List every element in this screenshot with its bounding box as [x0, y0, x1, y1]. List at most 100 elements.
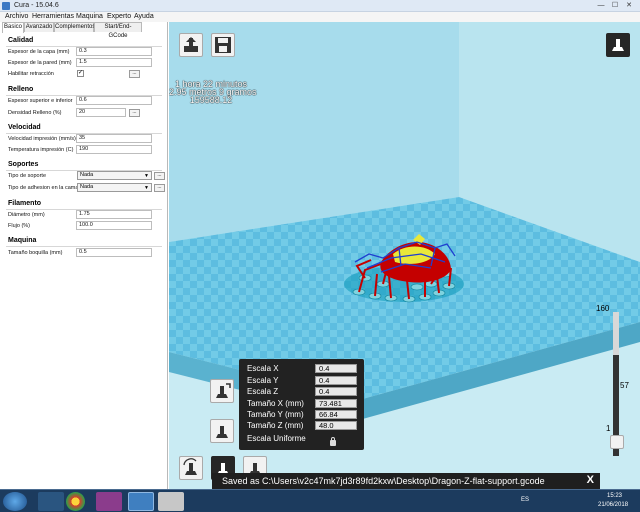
wall-thickness-input[interactable]: 1.5	[76, 58, 152, 67]
section-calidad: Calidad	[8, 37, 34, 44]
retraction-checkbox[interactable]: ✓	[77, 70, 84, 77]
infill-settings-button[interactable]: ...	[129, 109, 140, 117]
flow-label: Flujo (%)	[8, 223, 31, 229]
taskbar-explorer[interactable]	[38, 492, 64, 511]
infill-density-input[interactable]: 20	[76, 108, 126, 117]
scale-tool-button[interactable]	[210, 379, 234, 403]
start-button[interactable]	[3, 492, 27, 511]
adhesion-type-label: Tipo de adhesion en la cama	[8, 185, 79, 191]
layer-max-label: 160	[596, 304, 610, 313]
scale-x-input[interactable]: 0.4	[315, 364, 357, 373]
layer-view-button[interactable]	[610, 435, 624, 449]
3d-viewport[interactable]: 1 hora 22 minutos 2.95 metros 9 gramos 1…	[169, 22, 640, 489]
layer-min-label: 1	[606, 424, 611, 433]
minimize-button[interactable]: —	[596, 1, 606, 10]
size-x-label: Tamaño X (mm)	[247, 399, 304, 408]
section-velocidad: Velocidad	[8, 124, 41, 131]
scale-z-label: Escala Z	[247, 387, 279, 396]
rotate-tool-button[interactable]	[179, 456, 203, 480]
flow-input[interactable]: 100.0	[76, 221, 152, 230]
size-x-input[interactable]: 73.481	[315, 399, 357, 408]
scale-x-label: Escala X	[247, 364, 279, 373]
language-indicator[interactable]: ES	[521, 497, 529, 503]
save-icon	[215, 37, 231, 53]
layer-height-input[interactable]: 0.3	[76, 47, 152, 56]
scale-icon	[216, 383, 231, 398]
menu-archivo[interactable]: Archivo	[5, 13, 28, 20]
menu-bar: Archivo Herramientas Maquina Experto Ayu…	[0, 12, 640, 22]
section-relleno: Relleno	[8, 86, 34, 93]
top-bottom-thickness-input[interactable]: 0.6	[76, 96, 152, 105]
scale-panel: Escala X 0.4 Escala Y 0.4 Escala Z 0.4 T…	[239, 359, 364, 450]
taskbar-app[interactable]	[158, 492, 184, 511]
tab-basico[interactable]: Basico	[2, 22, 24, 33]
nozzle-size-input[interactable]: 0.5	[76, 248, 152, 257]
view-mode-button[interactable]	[606, 33, 630, 57]
tab-avanzado[interactable]: Avanzado	[24, 22, 54, 32]
nozzle-size-label: Tamaño boquilla (mm)	[8, 250, 63, 256]
lock-icon[interactable]	[330, 437, 336, 446]
uniform-scale-label: Escala Uniforme	[247, 434, 306, 443]
rotate-icon	[183, 458, 197, 475]
print-temp-label: Temperatura impresión (C)	[8, 147, 74, 153]
chevron-down-icon: ▼	[144, 185, 149, 191]
print-speed-label: Velocidad impresión (mm/s)	[8, 136, 76, 142]
tab-complementos[interactable]: Complementos	[54, 22, 95, 32]
section-soportes: Soportes	[8, 161, 39, 168]
taskbar-chrome[interactable]	[66, 492, 85, 511]
close-button[interactable]: ✕	[624, 1, 634, 10]
adhesion-settings-button[interactable]: ...	[154, 184, 165, 192]
support-type-value: Nada	[80, 172, 94, 178]
status-message: Saved as C:\Users\v2c47mk7jd3r89fd2kxw\D…	[222, 476, 545, 486]
section-maquina: Maquina	[8, 237, 37, 244]
support-settings-button[interactable]: ...	[154, 172, 165, 180]
mirror-tool-button[interactable]	[210, 419, 234, 443]
support-type-select[interactable]: Nada ▼	[77, 171, 152, 180]
tab-start-end-gcode[interactable]: Start/End-GCode	[94, 22, 142, 39]
view-mode-icon	[612, 39, 624, 51]
load-model-button[interactable]	[179, 33, 203, 57]
filament-diameter-label: Diámetro (mm)	[8, 212, 45, 218]
adhesion-type-value: Nada	[80, 184, 94, 190]
taskbar-winrar[interactable]	[96, 492, 122, 511]
support-type-label: Tipo de soporte	[8, 173, 47, 179]
clock-time[interactable]: 15:23	[607, 493, 622, 499]
status-bar: Saved as C:\Users\v2c47mk7jd3r89fd2kxw\D…	[212, 473, 600, 489]
layer-current-label: 57	[620, 381, 629, 390]
size-y-input[interactable]: 66.84	[315, 410, 357, 419]
adhesion-type-select[interactable]: Nada ▼	[77, 183, 152, 192]
window-title: Cura - 15.04.6	[14, 2, 59, 9]
maximize-button[interactable]: ☐	[610, 1, 620, 10]
cura-app-icon	[2, 2, 10, 10]
filament-diameter-input[interactable]: 1.75	[76, 210, 152, 219]
save-gcode-button[interactable]	[211, 33, 235, 57]
section-filamento: Filamento	[8, 200, 42, 207]
print-cost: 159588.12	[189, 95, 233, 105]
size-y-label: Tamaño Y (mm)	[247, 410, 304, 419]
title-bar: Cura - 15.04.6 — ☐ ✕	[0, 0, 640, 12]
close-status-button[interactable]: X	[587, 474, 594, 486]
scale-y-label: Escala Y	[247, 376, 279, 385]
layer-height-label: Espesor de la capa (mm)	[8, 49, 70, 55]
clock-date[interactable]: 21/06/2018	[598, 502, 628, 508]
load-icon	[184, 37, 198, 52]
menu-ayuda[interactable]: Ayuda	[134, 13, 154, 20]
menu-herramientas[interactable]: Herramientas	[32, 13, 74, 20]
size-z-input[interactable]: 48.0	[315, 421, 357, 430]
print-speed-input[interactable]: 35	[76, 134, 152, 143]
mirror-icon	[216, 426, 228, 438]
print-estimate: 1 hora 22 minutos 2.95 metros 9 gramos 1…	[169, 80, 257, 105]
retraction-label: Habilitar retracción	[8, 71, 54, 77]
taskbar-cura[interactable]	[128, 492, 154, 511]
menu-maquina[interactable]: Maquina	[76, 13, 103, 20]
size-z-label: Tamaño Z (mm)	[247, 421, 304, 430]
retraction-settings-button[interactable]: ...	[129, 70, 140, 78]
windows-taskbar: ES 15:23 21/06/2018	[0, 489, 640, 512]
top-bottom-thickness-label: Espesor superior e inferior	[8, 98, 73, 104]
menu-experto[interactable]: Experto	[107, 13, 131, 20]
infill-density-label: Densidad Relleno (%)	[8, 110, 62, 116]
scale-z-input[interactable]: 0.4	[315, 387, 357, 396]
wall-thickness-label: Espesor de la pared (mm)	[8, 60, 72, 66]
print-temp-input[interactable]: 190	[76, 145, 152, 154]
scale-y-input[interactable]: 0.4	[315, 376, 357, 385]
